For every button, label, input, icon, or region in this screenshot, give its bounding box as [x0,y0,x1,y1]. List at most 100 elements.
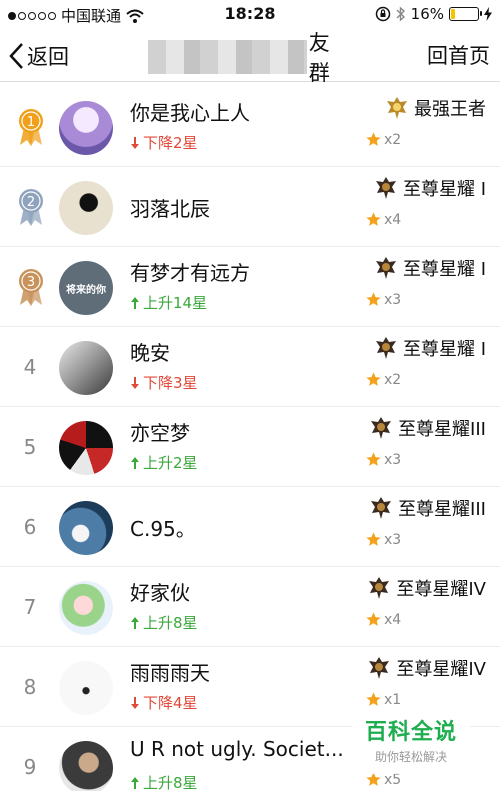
player-name: 好家伙 [130,581,190,605]
bolt-icon [484,7,492,21]
rank-number: 6 [23,515,37,539]
rank-number: 9 [23,755,37,779]
star-change: 下降2星 [130,132,198,153]
player-name: C.95。 [130,517,196,541]
avatar-text: 将来的你 [66,284,106,296]
page-title: 友群 [148,31,348,85]
list-item[interactable]: 1 你是我心上人下降2星 最强王者 x2 [0,87,500,167]
star-count: x4 [365,611,401,628]
rank-list: 1 你是我心上人下降2星 最强王者 x2 2 羽落北辰 至尊星耀 Ix4 3 将来的你 有梦才有远… [0,87,500,791]
star-count-text: x2 [384,131,402,148]
avatar[interactable] [59,661,113,715]
tier-name: 至尊星耀III [398,499,486,520]
star-change-text: 下降2星 [143,134,198,152]
star-icon [366,532,381,546]
home-button[interactable]: 回首页 [427,39,490,73]
arrow-up-icon [131,776,139,789]
star-change: 上升2星 [130,452,198,473]
avatar[interactable] [59,101,113,155]
rank-emblem-icon [375,337,396,359]
star-icon [366,212,381,226]
tier-name: 至尊星耀IV [396,579,486,600]
star-count-text: x4 [384,211,402,228]
star-change-text: 上升2星 [143,454,198,472]
watermark-title: 百科全说 [364,720,457,745]
watermark: 百科全说 助你轻松解决 [352,714,470,774]
star-count: x1 [365,691,401,708]
tier-badge: 至尊星耀 I [375,335,486,361]
list-item[interactable]: 2 羽落北辰 至尊星耀 Ix4 [0,167,500,247]
rank-number: 5 [23,435,37,459]
arrow-down-icon [131,376,139,389]
rank-emblem-icon [371,497,392,519]
list-item[interactable]: 5 亦空梦上升2星 至尊星耀III x3 [0,407,500,487]
rank-emblem-icon [375,177,396,199]
title-blur-mask [148,40,307,74]
tier-name: 至尊星耀IV [396,659,486,680]
page-title-text: 友群 [308,31,330,85]
player-name: 雨雨雨天 [130,661,210,685]
rank-number: 8 [23,675,37,699]
star-count: x4 [365,211,401,228]
rank-emblem-icon [387,97,407,119]
star-change: 上升8星 [130,612,198,633]
avatar[interactable] [59,421,113,475]
star-icon [366,612,381,626]
rank-number: 7 [23,595,37,619]
player-name: 亦空梦 [130,421,190,445]
rank-emblem-icon [375,257,396,279]
player-name: 你是我心上人 [130,101,250,125]
star-change: 下降4星 [130,692,198,713]
back-button[interactable]: 返回 [8,39,69,73]
avatar[interactable] [59,581,113,635]
medal-icon: 1 [19,109,43,146]
status-right: 16% [375,5,492,23]
star-count-text: x3 [384,291,402,308]
tier-name: 最强王者 [414,99,486,120]
list-item[interactable]: 3 将来的你 有梦才有远方 上升14星 至尊星耀 Ix3 [0,247,500,327]
tier-name: 至尊星耀 I [402,179,486,200]
tier-badge: 至尊星耀 I [375,175,486,201]
tier-badge: 至尊星耀III [370,495,486,521]
star-count: x3 [365,291,401,308]
tier-badge: 至尊星耀IV [368,575,486,601]
medal-icon: 3 [19,269,43,306]
arrow-up-icon [131,456,139,469]
orientation-lock-icon [375,6,390,22]
arrow-down-icon [131,696,139,709]
star-change-text: 下降4星 [143,694,198,712]
list-item[interactable]: 4 晚安 下降3星 至尊星耀 Ix2 [0,327,500,407]
arrow-down-icon [131,136,139,149]
tier-badge: 至尊星耀III [370,415,486,441]
star-change-text: 上升14星 [143,294,208,312]
rank-emblem-icon [369,657,390,679]
star-icon [366,692,381,706]
rank-emblem-icon [369,577,390,599]
star-change-text: 上升8星 [143,774,198,791]
svg-text:2: 2 [27,195,35,210]
avatar[interactable] [59,341,113,395]
avatar[interactable]: 将来的你 [59,261,113,315]
avatar[interactable] [59,741,113,791]
svg-text:3: 3 [27,275,35,290]
list-item[interactable]: 6 C.95。 至尊星耀III x3 [0,487,500,567]
list-item[interactable]: 7 好家伙上升8星 至尊星耀IV x4 [0,567,500,647]
star-icon [366,452,381,466]
player-name: U R not ugly. Societ... [130,737,344,761]
avatar[interactable] [59,181,113,235]
arrow-up-icon [131,616,139,629]
star-count-text: x3 [384,451,402,468]
avatar[interactable] [59,501,113,555]
star-icon [366,132,381,146]
back-label: 返回 [27,45,69,69]
bluetooth-icon [396,6,405,22]
rank-number: 4 [23,355,37,379]
star-count: x2 [365,371,401,388]
star-icon [366,372,381,386]
star-count-text: x3 [384,531,402,548]
star-count-text: x4 [384,611,402,628]
tier-name: 至尊星耀III [398,419,486,440]
player-name: 有梦才有远方 [130,261,250,285]
star-change: 上升14星 [130,292,207,313]
star-count: x3 [365,451,401,468]
